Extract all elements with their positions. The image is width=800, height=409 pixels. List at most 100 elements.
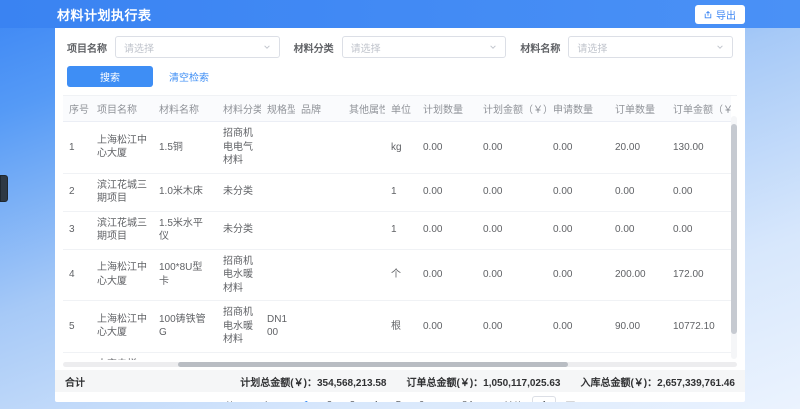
table-cell: 11 xyxy=(261,352,295,360)
page-ellipsis[interactable]: ··· xyxy=(436,400,452,403)
table-cell: 1.0米木床 xyxy=(153,173,217,211)
table-row: 4上海松江中心大厦100*8U型卡招商机电水暖材料个0.000.000.0020… xyxy=(63,249,731,301)
material-select-placeholder: 请选择 xyxy=(577,40,607,55)
table-header-row: 序号项目名称材料名称材料分类规格型号品牌其他属性单位计划数量计划金额（￥）申请数… xyxy=(63,96,731,122)
export-button-label: 导出 xyxy=(716,7,736,22)
export-icon xyxy=(704,11,712,19)
table-cell: 22.00 xyxy=(609,352,667,360)
table-cell: 200.00 xyxy=(609,249,667,301)
table-cell xyxy=(261,211,295,249)
summary-row: 合计 计划总金额(￥)：354,568,213.58 订单总金额(￥)：1,05… xyxy=(55,370,745,392)
table-cell: 1.5米水平仪 xyxy=(153,211,217,249)
table-cell: 0.00 xyxy=(477,301,547,353)
page-buttons: 1 2 3 4 5 6 ··· 84 xyxy=(298,400,475,403)
project-filter-label: 项目名称 xyxy=(67,40,107,55)
column-header: 申请数量 xyxy=(547,96,609,122)
category-select[interactable]: 请选择 xyxy=(342,36,507,58)
table-cell: 1 xyxy=(385,211,417,249)
table-cell: 100铸铁管G xyxy=(153,301,217,353)
table-cell: 太空电梯-月球项目 xyxy=(91,352,153,360)
table-cell: 0.00 xyxy=(417,352,477,360)
horizontal-scrollbar[interactable] xyxy=(63,362,737,367)
column-header: 订单数量 xyxy=(609,96,667,122)
table-cell: 上海松江中心大厦 xyxy=(91,122,153,174)
table-cell: 0.00 xyxy=(477,249,547,301)
column-header: 单位 xyxy=(385,96,417,122)
column-header: 其他属性 xyxy=(343,96,385,122)
search-button[interactable]: 搜索 xyxy=(67,66,153,87)
clear-search-link[interactable]: 清空检索 xyxy=(169,69,209,84)
table-cell xyxy=(343,249,385,301)
table-cell xyxy=(295,301,343,353)
table-row: 6太空电梯-月球项目111网线11110.000.0022.0022.00118… xyxy=(63,352,731,360)
table-cell: 4 xyxy=(63,249,91,301)
table-cell: 上海松江中心大厦 xyxy=(91,249,153,301)
project-select[interactable]: 请选择 xyxy=(115,36,280,58)
table-cell: 0.00 xyxy=(667,173,731,211)
table-cell: 90.00 xyxy=(609,301,667,353)
page-button-2[interactable]: 2 xyxy=(321,400,337,403)
table-cell: DN100 xyxy=(261,301,295,353)
table-row: 5上海松江中心大厦100铸铁管G招商机电水暖材料DN100根0.000.000.… xyxy=(63,301,731,353)
page-button-1[interactable]: 1 xyxy=(298,400,314,403)
horizontal-scrollbar-thumb[interactable] xyxy=(178,362,569,367)
table-cell xyxy=(343,352,385,360)
table-cell: 100*8U型卡 xyxy=(153,249,217,301)
table-cell: 130.00 xyxy=(667,122,731,174)
table-row: 1上海松江中心大厦1.5铜招商机电电气材料kg0.000.000.0020.00… xyxy=(63,122,731,174)
prev-page-button[interactable]: ‹ xyxy=(283,399,291,402)
table-cell: 网线 xyxy=(217,352,261,360)
material-table: 序号项目名称材料名称材料分类规格型号品牌其他属性单位计划数量计划金额（￥）申请数… xyxy=(63,95,737,360)
table-cell: 未分类 xyxy=(217,211,261,249)
filter-group-project: 项目名称 请选择 xyxy=(67,36,280,58)
pagination-total: 共 1673 条 xyxy=(225,398,273,403)
page-button-6[interactable]: 6 xyxy=(413,400,429,403)
page-button-5[interactable]: 5 xyxy=(390,400,406,403)
table-row: 2滨江花城三期项目1.0米木床未分类10.000.000.000.000.00 xyxy=(63,173,731,211)
chevron-down-icon xyxy=(263,43,271,51)
table-cell: 2 xyxy=(63,173,91,211)
table-cell: 招商机电水暖材料 xyxy=(217,249,261,301)
table-cell: 0.00 xyxy=(417,173,477,211)
content-card: 项目名称 请选择 材料分类 请选择 材料名称 请选择 搜索 清空检索 xyxy=(55,28,745,402)
material-select[interactable]: 请选择 xyxy=(568,36,733,58)
table-cell: 0.00 xyxy=(547,301,609,353)
table-cell: kg xyxy=(385,122,417,174)
table-row: 3滨江花城三期项目1.5米水平仪未分类10.000.000.000.000.00 xyxy=(63,211,731,249)
table-cell xyxy=(261,122,295,174)
table-cell: 0.00 xyxy=(477,211,547,249)
page-button-84[interactable]: 84 xyxy=(459,400,475,403)
column-header: 品牌 xyxy=(295,96,343,122)
table-cell: 111 xyxy=(153,352,217,360)
table-cell: 0.00 xyxy=(609,211,667,249)
table-cell: 1 xyxy=(63,122,91,174)
summary-totals: 计划总金额(￥)：354,568,213.58 订单总金额(￥)：1,050,1… xyxy=(240,374,735,389)
page-title: 材料计划执行表 xyxy=(57,5,152,24)
filter-bar: 项目名称 请选择 材料分类 请选择 材料名称 请选择 xyxy=(55,28,745,64)
vertical-scrollbar[interactable] xyxy=(731,116,737,359)
table-cell: 0.00 xyxy=(417,249,477,301)
table-cell: 未分类 xyxy=(217,173,261,211)
side-drawer-handle[interactable] xyxy=(0,175,8,202)
page-button-3[interactable]: 3 xyxy=(344,400,360,403)
page-button-4[interactable]: 4 xyxy=(367,400,383,403)
vertical-scrollbar-thumb[interactable] xyxy=(731,124,737,334)
table-cell: 招商机电电气材料 xyxy=(217,122,261,174)
table-cell xyxy=(261,249,295,301)
export-button[interactable]: 导出 xyxy=(695,5,745,24)
table-cell xyxy=(343,173,385,211)
column-header: 材料名称 xyxy=(153,96,217,122)
next-page-button[interactable]: › xyxy=(482,399,490,402)
goto-page-input[interactable] xyxy=(532,396,556,402)
table-cell: 0.00 xyxy=(547,249,609,301)
table-cell: 根 xyxy=(385,301,417,353)
filter-group-category: 材料分类 请选择 xyxy=(294,36,507,58)
column-header: 材料分类 xyxy=(217,96,261,122)
table-cell: 172.00 xyxy=(667,249,731,301)
table-body: 1上海松江中心大厦1.5铜招商机电电气材料kg0.000.000.0020.00… xyxy=(63,122,731,361)
column-header: 订单金额（￥） xyxy=(667,96,731,122)
filter-group-material: 材料名称 请选择 xyxy=(520,36,733,58)
table-cell xyxy=(295,352,343,360)
column-header: 规格型号 xyxy=(261,96,295,122)
table-cell: 20.00 xyxy=(609,122,667,174)
